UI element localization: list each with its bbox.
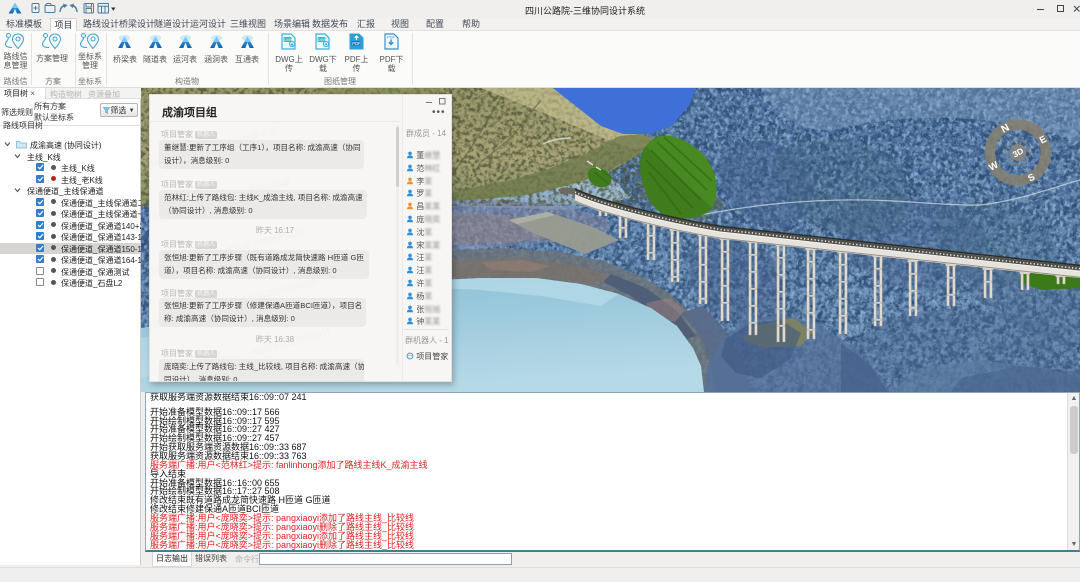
- svg-text:PDF: PDF: [387, 35, 396, 40]
- svg-text:PDF: PDF: [352, 41, 361, 46]
